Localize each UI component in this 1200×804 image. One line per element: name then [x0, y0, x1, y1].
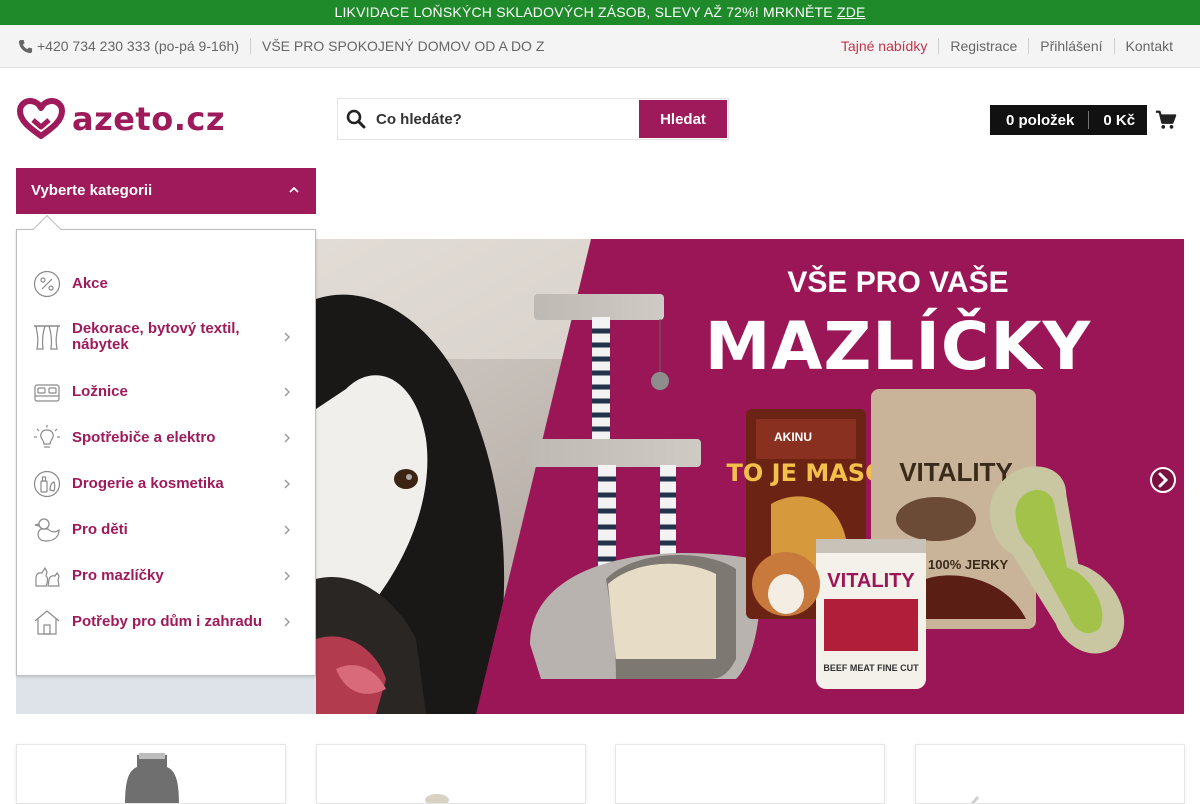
- category-item-drogerie[interactable]: Drogerie a kosmetika: [17, 468, 315, 500]
- banner-line1: VŠE PRO VAŠE: [787, 265, 1008, 299]
- search-bar: Hledat: [337, 98, 729, 140]
- link-secret-offers[interactable]: Tajné nabídky: [841, 38, 927, 54]
- phone-icon: [18, 39, 33, 53]
- cart-items: 0 položek: [1006, 111, 1075, 129]
- category-menu: Akce Dekorace, bytový textil, nábytek Lo…: [16, 214, 316, 676]
- category-item-dekorace[interactable]: Dekorace, bytový textil, nábytek: [17, 320, 315, 354]
- product-card[interactable]: [915, 744, 1185, 804]
- category-item-pro-deti[interactable]: Pro děti: [17, 514, 315, 546]
- category-label: Spotřebiče a elektro: [72, 429, 216, 446]
- pets-icon: [35, 566, 60, 587]
- search-button[interactable]: Hledat: [639, 100, 727, 138]
- link-login[interactable]: Přihlášení: [1040, 38, 1102, 54]
- hero-banner[interactable]: VŠE PRO VAŠE MAZLÍČKY AKINU TO JE MASO V…: [316, 239, 1184, 714]
- promo-text: LIKVIDACE LOŇSKÝCH SKLADOVÝCH ZÁSOB, SLE…: [334, 4, 833, 20]
- product-image: [125, 753, 179, 803]
- link-register[interactable]: Registrace: [950, 38, 1017, 54]
- category-label: Akce: [72, 275, 108, 292]
- chevron-right-icon: [284, 479, 290, 489]
- category-toggle[interactable]: Vyberte kategorii: [16, 168, 316, 214]
- product-card[interactable]: [316, 744, 586, 804]
- divider: [1088, 111, 1090, 129]
- chevron-right-icon: [284, 525, 290, 535]
- duck-icon: [34, 518, 60, 542]
- promo-bar: LIKVIDACE LOŇSKÝCH SKLADOVÝCH ZÁSOB, SLE…: [0, 0, 1200, 25]
- category-label: Dekorace, bytový textil, nábytek: [72, 320, 240, 353]
- category-label: Ložnice: [72, 383, 128, 400]
- product-label-jerky: 100% JERKY: [928, 557, 1009, 572]
- bed-icon: [34, 384, 60, 402]
- cart[interactable]: 0 položek 0 Kč: [990, 105, 1177, 135]
- tagline: VŠE PRO SPOKOJENÝ DOMOV OD A DO Z: [262, 38, 545, 54]
- cosmetics-icon: [33, 470, 61, 498]
- category-item-akce[interactable]: Akce: [17, 268, 315, 300]
- category-label: Pro děti: [72, 521, 128, 538]
- category-label: Pro mazlíčky: [72, 567, 164, 584]
- menu-notch: [32, 214, 62, 244]
- chevron-right-icon: [284, 387, 290, 397]
- product-label-beef: BEEF MEAT FINE CUT: [823, 663, 919, 673]
- percent-icon: [33, 270, 61, 298]
- curtain-icon: [34, 325, 60, 350]
- chevron-right-icon: [284, 617, 290, 627]
- chevron-right-icon: [284, 433, 290, 443]
- house-icon: [34, 610, 60, 635]
- heart-logo-icon: [17, 98, 65, 139]
- search-icon: [346, 109, 366, 129]
- category-item-pro-mazlicky[interactable]: Pro mazlíčky: [17, 560, 315, 592]
- search-input[interactable]: [376, 99, 636, 139]
- cart-summary[interactable]: 0 položek 0 Kč: [990, 105, 1148, 135]
- top-bar: +420 734 230 333 (po-pá 9-16h) VŠE PRO S…: [0, 25, 1200, 68]
- divider: [1028, 38, 1030, 54]
- lightbulb-icon: [34, 425, 60, 448]
- category-toggle-label: Vyberte kategorii: [31, 182, 153, 199]
- product-label-vitality-bag: VITALITY: [899, 457, 1013, 487]
- logo-text: azeto.cz: [72, 100, 225, 138]
- category-item-loznice[interactable]: Ložnice: [17, 376, 315, 408]
- banner-line2: MAZLÍČKY: [705, 307, 1092, 385]
- link-contact[interactable]: Kontakt: [1126, 38, 1173, 54]
- category-item-dum-zahrada[interactable]: Potřeby pro dům i zahradu: [17, 606, 315, 638]
- product-label-maso: TO JE MASO: [727, 459, 886, 487]
- product-label-vitality-can: VITALITY: [827, 570, 915, 592]
- product-cards: [0, 744, 1200, 804]
- banner-image: VŠE PRO VAŠE MAZLÍČKY AKINU TO JE MASO V…: [316, 239, 1184, 714]
- divider: [1113, 38, 1115, 54]
- product-image: [425, 794, 449, 803]
- product-label-akinu: AKINU: [774, 430, 812, 444]
- chevron-up-icon: [289, 186, 299, 193]
- category-label: Potřeby pro dům i zahradu: [72, 613, 263, 630]
- cart-icon[interactable]: [1155, 109, 1177, 131]
- product-image: [970, 796, 980, 803]
- divider: [938, 38, 940, 54]
- product-card[interactable]: [16, 744, 286, 804]
- product-card[interactable]: [615, 744, 885, 804]
- logo[interactable]: azeto.cz: [16, 97, 256, 141]
- carousel-next-button[interactable]: [1150, 467, 1176, 493]
- chevron-right-icon: [284, 332, 290, 342]
- divider: [250, 38, 251, 54]
- promo-link[interactable]: ZDE: [837, 4, 866, 20]
- phone-number: +420 734 230 333 (po-pá 9-16h): [37, 38, 239, 54]
- category-label: Drogerie a kosmetika: [72, 475, 224, 492]
- category-item-spotrebice[interactable]: Spotřebiče a elektro: [17, 422, 315, 454]
- chevron-right-icon: [284, 571, 290, 581]
- cart-total: 0 Kč: [1103, 111, 1136, 129]
